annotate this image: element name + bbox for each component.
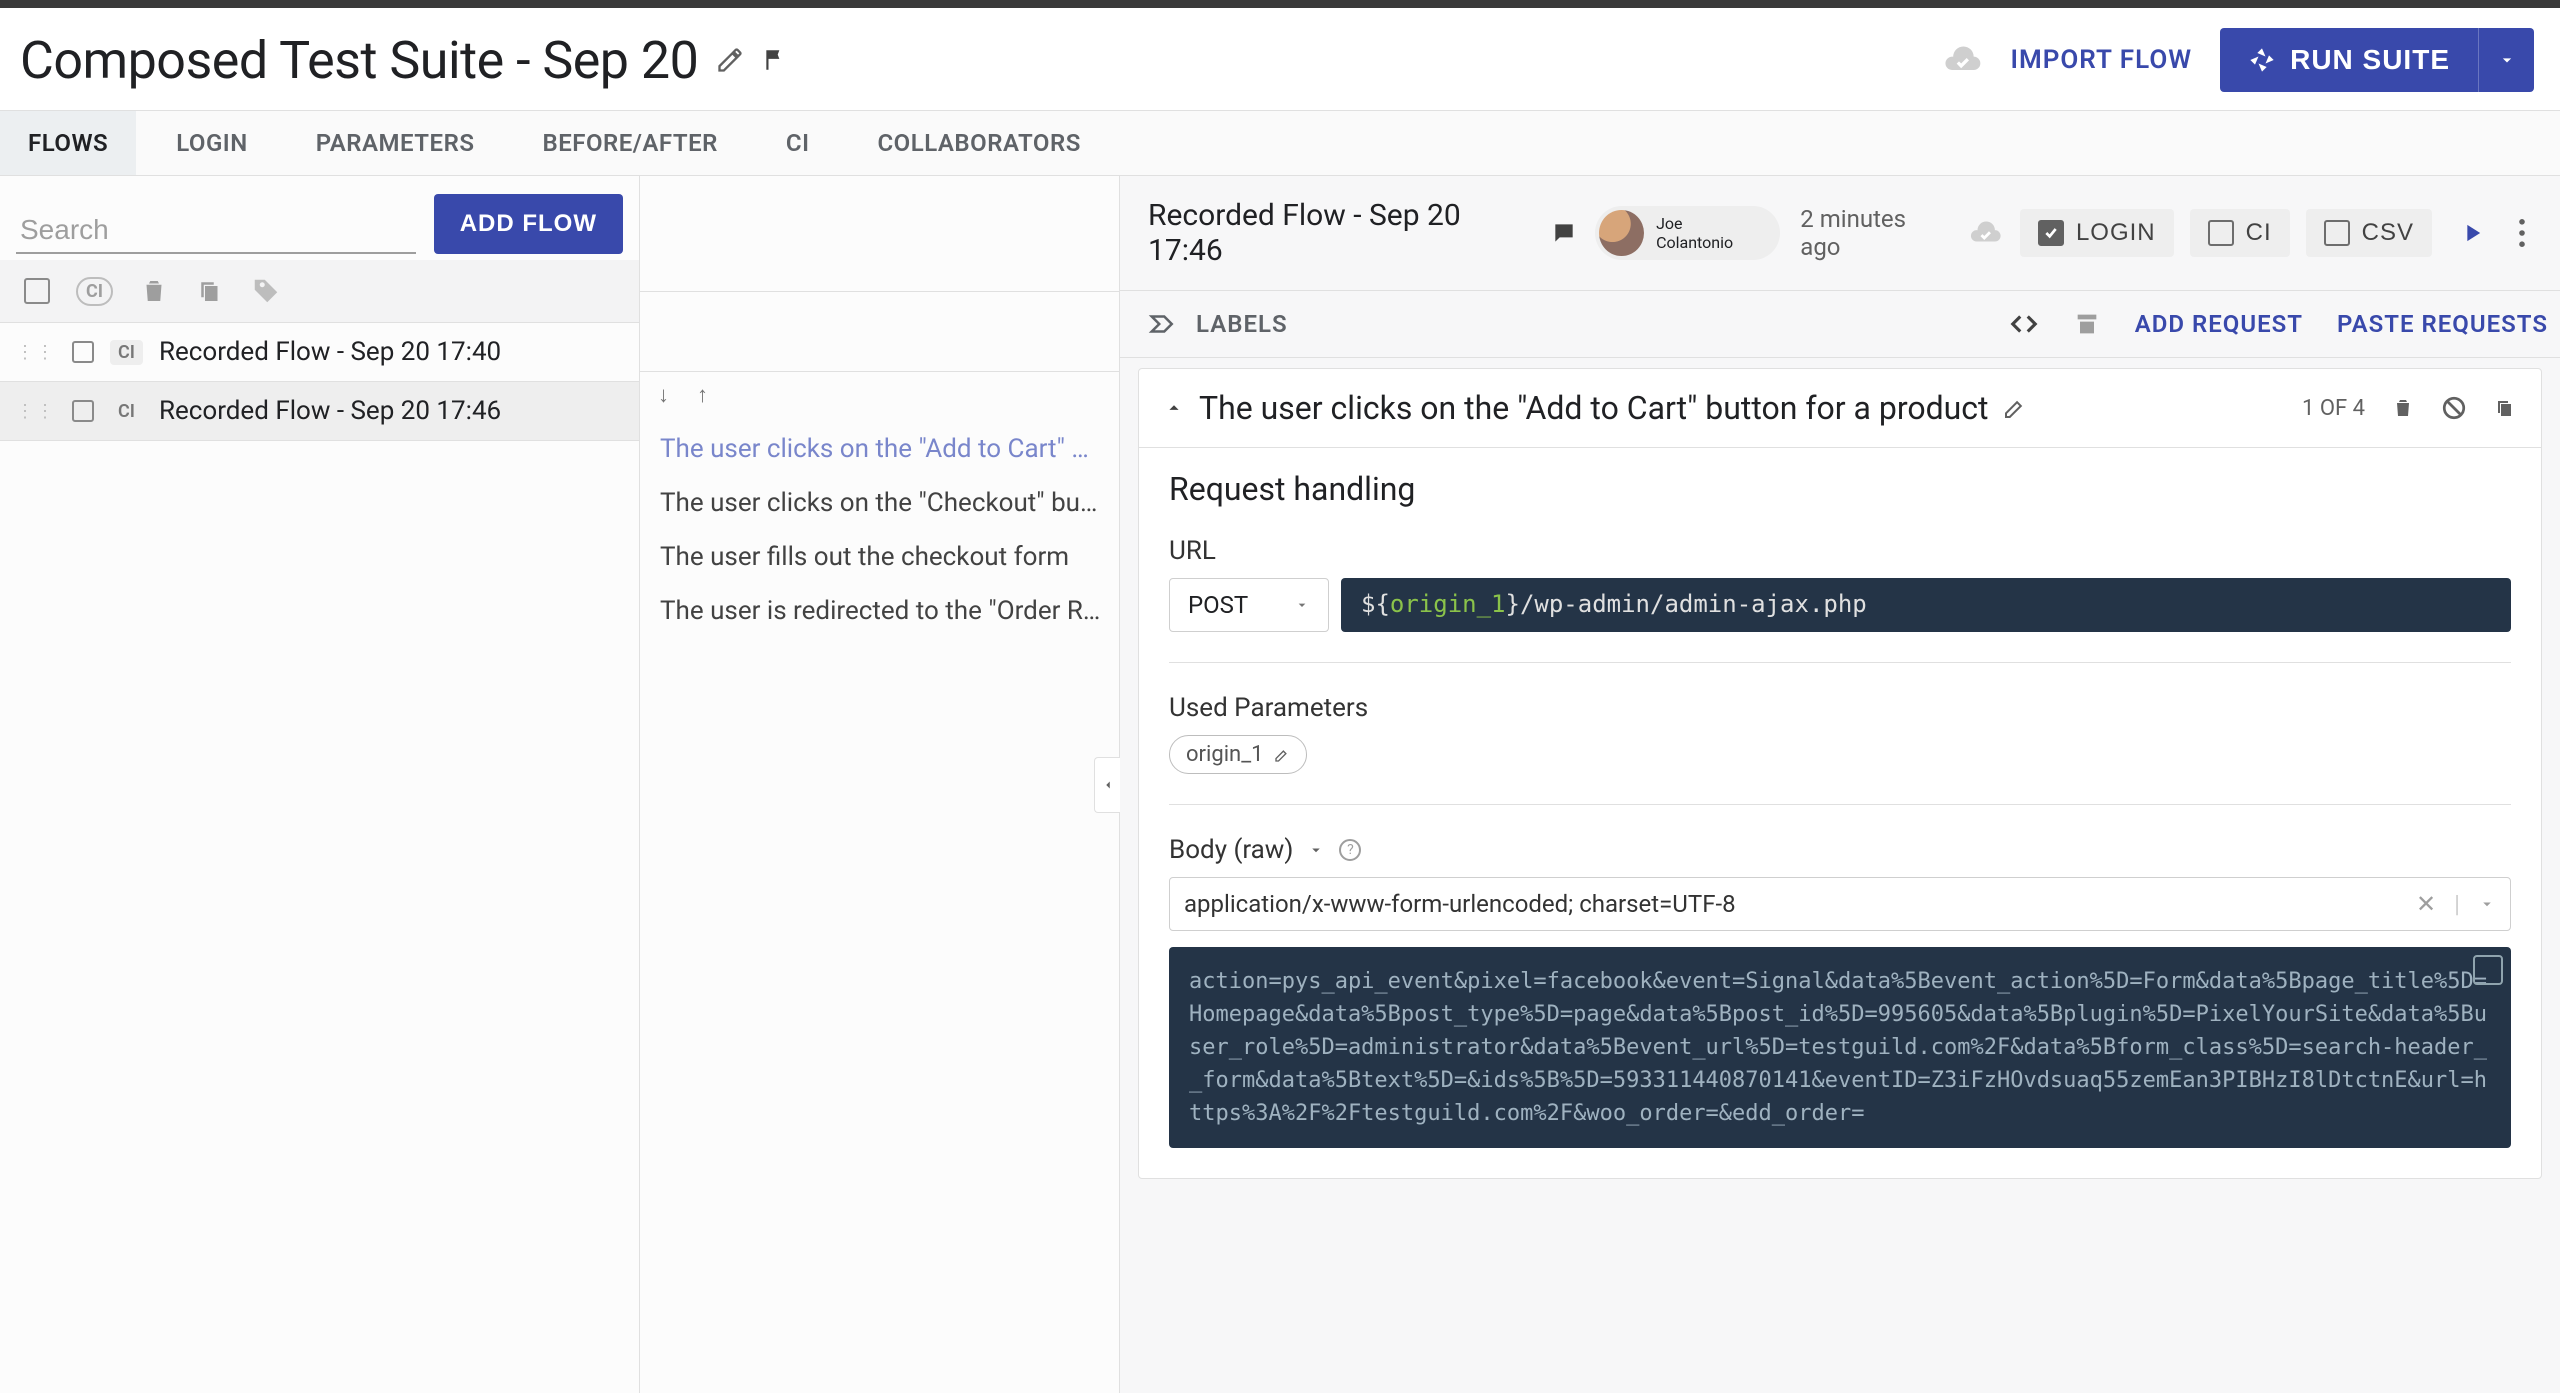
edit-icon[interactable] — [2003, 396, 2027, 420]
search-input[interactable] — [16, 208, 416, 254]
play-icon[interactable] — [2448, 219, 2496, 247]
csv-toggle[interactable]: CSV — [2306, 209, 2432, 257]
run-suite-label: RUN SUITE — [2290, 44, 2450, 76]
suite-title: Composed Test Suite - Sep 20 — [20, 30, 698, 91]
content-type-select[interactable]: application/x-www-form-urlencoded; chars… — [1169, 877, 2511, 931]
import-flow-button[interactable]: IMPORT FLOW — [2010, 45, 2192, 75]
tabs: FLOWS LOGIN PARAMETERS BEFORE/AFTER CI C… — [0, 110, 2560, 176]
content-type-value: application/x-www-form-urlencoded; chars… — [1184, 890, 1736, 918]
tag-icon[interactable] — [251, 276, 281, 306]
ci-badge: CI — [110, 340, 143, 365]
step-item[interactable]: The user is redirected to the "Order Rec… — [654, 584, 1109, 638]
body-raw-text: action=pys_api_event&pixel=facebook&even… — [1189, 969, 2487, 1126]
expand-icon[interactable] — [2473, 955, 2503, 985]
label-icon[interactable] — [1148, 309, 1178, 339]
url-field[interactable]: ${origin_1}/wp-admin/admin-ajax.php — [1341, 578, 2511, 632]
block-icon[interactable] — [2441, 395, 2467, 421]
author-name: Joe Colantonio — [1656, 214, 1760, 252]
author-chip[interactable]: Joe Colantonio — [1595, 206, 1780, 260]
more-icon[interactable] — [2512, 219, 2532, 247]
flow-list-item[interactable]: ⋮⋮ CI Recorded Flow - Sep 20 17:40 — [0, 323, 639, 382]
trash-icon[interactable] — [2391, 396, 2415, 420]
cloud-saved-icon — [1942, 40, 1982, 80]
trash-icon[interactable] — [139, 276, 169, 306]
run-suite-menu-button[interactable] — [2478, 28, 2534, 92]
tab-collaborators[interactable]: COLLABORATORS — [849, 111, 1108, 175]
login-toggle-label: LOGIN — [2076, 219, 2156, 247]
param-chip-label: origin_1 — [1186, 742, 1264, 767]
chevron-down-icon[interactable] — [1307, 841, 1325, 859]
checkbox-checked-icon — [2038, 220, 2064, 246]
tab-flows[interactable]: FLOWS — [0, 111, 136, 175]
tab-before-after[interactable]: BEFORE/AFTER — [514, 111, 745, 175]
tab-ci[interactable]: CI — [758, 111, 838, 175]
ci-toggle[interactable]: CI — [2190, 209, 2290, 257]
tab-parameters[interactable]: PARAMETERS — [288, 111, 503, 175]
avatar — [1599, 210, 1644, 256]
copy-icon[interactable] — [195, 276, 225, 306]
flow-list-item[interactable]: ⋮⋮ CI Recorded Flow - Sep 20 17:46 — [0, 382, 639, 441]
step-item[interactable]: The user clicks on the "Add to Cart" but… — [654, 422, 1109, 476]
clear-icon[interactable]: ✕ — [2416, 890, 2436, 918]
help-icon[interactable]: ? — [1339, 839, 1361, 861]
request-position: 1 OF 4 — [2302, 396, 2365, 421]
section-heading: Request handling — [1169, 470, 2511, 508]
body-raw-field[interactable]: action=pys_api_event&pixel=facebook&even… — [1169, 947, 2511, 1148]
cloud-saved-icon — [1968, 216, 2002, 250]
body-label: Body (raw) — [1169, 835, 1293, 865]
param-chip[interactable]: origin_1 — [1169, 735, 1307, 774]
checkbox-icon — [2208, 220, 2234, 246]
comment-icon[interactable] — [1551, 220, 1577, 246]
add-request-button[interactable]: ADD REQUEST — [2135, 310, 2303, 338]
drag-handle-icon[interactable]: ⋮⋮ — [16, 401, 56, 422]
flow-title: Recorded Flow - Sep 20 17:46 — [1148, 198, 1533, 268]
code-icon[interactable] — [2009, 309, 2039, 339]
paste-requests-button[interactable]: PASTE REQUESTS — [2337, 310, 2548, 338]
chevron-up-icon[interactable] — [1163, 397, 1185, 419]
step-item[interactable]: The user clicks on the "Checkout" button — [654, 476, 1109, 530]
arrow-up-icon[interactable]: ↑ — [697, 382, 708, 408]
collapse-steps-button[interactable] — [1094, 757, 1120, 813]
checkbox-icon — [2324, 220, 2350, 246]
row-checkbox[interactable] — [72, 400, 94, 422]
add-flow-button[interactable]: ADD FLOW — [434, 194, 623, 254]
used-params-label: Used Parameters — [1169, 693, 2511, 723]
drag-handle-icon[interactable]: ⋮⋮ — [16, 342, 56, 363]
request-title: The user clicks on the "Add to Cart" but… — [1199, 389, 1989, 427]
ci-toggle-label: CI — [2246, 219, 2272, 247]
step-item[interactable]: The user fills out the checkout form — [654, 530, 1109, 584]
labels-heading: LABELS — [1196, 310, 1288, 338]
archive-icon[interactable] — [2073, 310, 2101, 338]
tab-login[interactable]: LOGIN — [148, 111, 276, 175]
method-value: POST — [1188, 591, 1248, 619]
copy-icon[interactable] — [2493, 396, 2517, 420]
flow-name: Recorded Flow - Sep 20 17:40 — [159, 337, 501, 367]
select-all-checkbox[interactable] — [24, 278, 50, 304]
row-checkbox[interactable] — [72, 341, 94, 363]
time-ago: 2 minutes ago — [1800, 205, 1948, 261]
flow-name: Recorded Flow - Sep 20 17:46 — [159, 396, 501, 426]
edit-icon[interactable] — [716, 46, 744, 74]
csv-toggle-label: CSV — [2362, 219, 2414, 247]
method-select[interactable]: POST — [1169, 578, 1329, 632]
ci-badge: CI — [110, 399, 143, 424]
login-toggle[interactable]: LOGIN — [2020, 209, 2174, 257]
pinwheel-icon — [2248, 46, 2276, 74]
url-label: URL — [1169, 536, 2511, 566]
run-suite-button[interactable]: RUN SUITE — [2220, 28, 2478, 92]
ci-filter-chip[interactable]: CI — [76, 277, 113, 306]
arrow-down-icon[interactable]: ↓ — [658, 382, 669, 408]
flag-icon[interactable] — [762, 47, 788, 73]
